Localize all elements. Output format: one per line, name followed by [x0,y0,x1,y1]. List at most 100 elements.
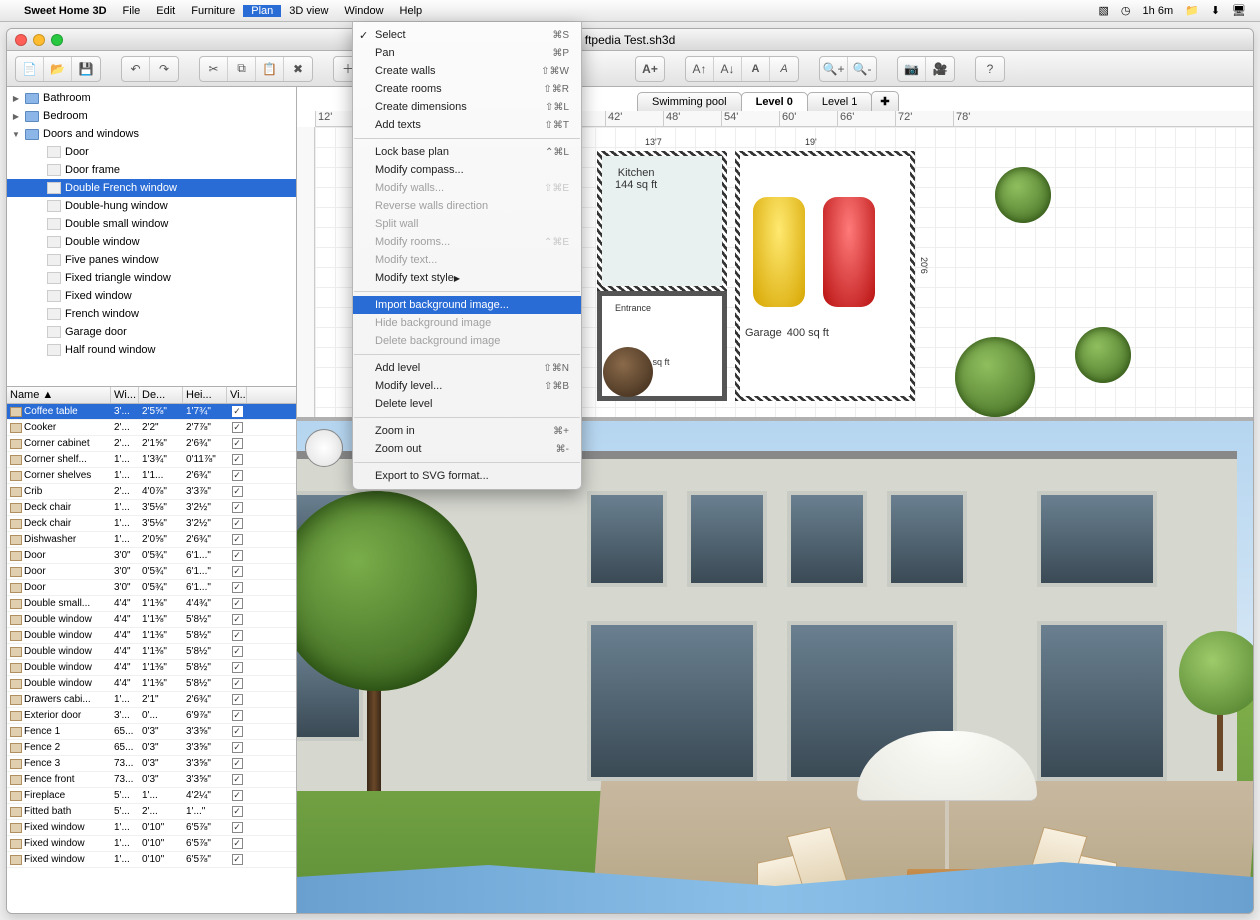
video-button[interactable]: 🎥 [926,57,954,81]
add-text-button[interactable]: A+ [636,57,664,81]
visible-checkbox[interactable]: ✓ [232,582,243,593]
menu-plan[interactable]: Plan [243,5,281,17]
visible-checkbox[interactable]: ✓ [232,662,243,673]
bush-2[interactable] [955,337,1035,417]
visible-checkbox[interactable]: ✓ [232,854,243,865]
level-tab[interactable]: Level 1 [807,92,872,111]
level-tab[interactable]: Swimming pool [637,92,742,111]
clock-icon[interactable]: ◷ [1115,4,1137,17]
catalog-item[interactable]: Garage door [7,323,296,341]
column-header[interactable]: Vi... [227,387,247,403]
menu-3d-view[interactable]: 3D view [281,5,336,17]
visible-checkbox[interactable]: ✓ [232,422,243,433]
menu-item-add-texts[interactable]: Add texts⇧⌘T [353,116,581,134]
visible-checkbox[interactable]: ✓ [232,502,243,513]
furniture-row[interactable]: Fence 373...0'3"3'3⅝"✓ [7,756,296,772]
visible-checkbox[interactable]: ✓ [232,758,243,769]
visible-checkbox[interactable]: ✓ [232,710,243,721]
close-button[interactable] [15,34,27,46]
menu-item-add-level[interactable]: Add level⇧⌘N [353,359,581,377]
cut-button[interactable]: ✂ [200,57,228,81]
menu-item-modify-level[interactable]: Modify level...⇧⌘B [353,377,581,395]
menu-item-modify-compass[interactable]: Modify compass... [353,161,581,179]
furniture-row[interactable]: Double small...4'4"1'1⅜"4'4¾"✓ [7,596,296,612]
visible-checkbox[interactable]: ✓ [232,838,243,849]
menu-item-create-rooms[interactable]: Create rooms⇧⌘R [353,80,581,98]
catalog-item[interactable]: Double small window [7,215,296,233]
catalog-item[interactable]: Double-hung window [7,197,296,215]
paste-button[interactable]: 📋 [256,57,284,81]
menu-furniture[interactable]: Furniture [183,5,243,17]
text-smaller-button[interactable]: A↓ [714,57,742,81]
furniture-list-table[interactable]: Name ▲Wi...De...Hei...Vi... Coffee table… [7,387,296,913]
menu-window[interactable]: Window [336,5,391,17]
furniture-catalog-tree[interactable]: ▶Bathroom▶Bedroom▼Doors and windowsDoorD… [7,87,296,387]
visible-checkbox[interactable]: ✓ [232,790,243,801]
furniture-row[interactable]: Door3'0"0'5¾"6'1..."✓ [7,580,296,596]
column-header[interactable]: Name ▲ [7,387,111,403]
save-button[interactable]: 💾 [72,57,100,81]
download-icon[interactable]: ⬇ [1205,4,1226,17]
furniture-row[interactable]: Dishwasher1'...2'0⅝"2'6¾"✓ [7,532,296,548]
display-icon[interactable]: 🖥 [1226,4,1252,17]
menu-item-zoom-out[interactable]: Zoom out⌘- [353,440,581,458]
furniture-row[interactable]: Fixed window1'...0'10"6'5⅞"✓ [7,836,296,852]
level-tab[interactable]: Level 0 [741,92,808,111]
furniture-row[interactable]: Cooker2'...2'2"2'7⅞"✓ [7,420,296,436]
catalog-item[interactable]: Double French window [7,179,296,197]
furniture-row[interactable]: Exterior door3'...0'...6'9⅞"✓ [7,708,296,724]
help-button[interactable]: ? [976,57,1004,81]
bold-button[interactable]: A [742,57,770,81]
car-yellow[interactable] [753,197,805,307]
zoom-in-button[interactable]: 🔍+ [820,57,848,81]
column-header[interactable]: Hei... [183,387,227,403]
category-bedroom[interactable]: ▶Bedroom [7,107,296,125]
menu-item-select[interactable]: Select⌘S [353,26,581,44]
furniture-row[interactable]: Door3'0"0'5¾"6'1..."✓ [7,564,296,580]
undo-button[interactable]: ↶ [122,57,150,81]
redo-button[interactable]: ↷ [150,57,178,81]
add-level-button[interactable]: ✚ [871,91,898,111]
visible-checkbox[interactable]: ✓ [232,406,243,417]
text-bigger-button[interactable]: A↑ [686,57,714,81]
minimize-button[interactable] [33,34,45,46]
furniture-row[interactable]: Door3'0"0'5¾"6'1..."✓ [7,548,296,564]
catalog-item[interactable]: Five panes window [7,251,296,269]
catalog-item[interactable]: Fixed window [7,287,296,305]
italic-button[interactable]: A [770,57,798,81]
catalog-item[interactable]: Double window [7,233,296,251]
visible-checkbox[interactable]: ✓ [232,550,243,561]
menu-item-delete-level[interactable]: Delete level [353,395,581,413]
catalog-item[interactable]: Door frame [7,161,296,179]
visible-checkbox[interactable]: ✓ [232,774,243,785]
furniture-row[interactable]: Double window4'4"1'1⅜"5'8½"✓ [7,660,296,676]
menu-item-create-dimensions[interactable]: Create dimensions⇧⌘L [353,98,581,116]
navigation-compass[interactable] [305,429,343,467]
furniture-row[interactable]: Coffee table3'...2'5⅝"1'7¾"✓ [7,404,296,420]
furniture-table-header[interactable]: Name ▲Wi...De...Hei...Vi... [7,387,296,404]
visible-checkbox[interactable]: ✓ [232,694,243,705]
catalog-item[interactable]: French window [7,305,296,323]
furniture-row[interactable]: Double window4'4"1'1⅜"5'8½"✓ [7,676,296,692]
menu-file[interactable]: File [115,5,149,17]
furniture-row[interactable]: Crib2'...4'0⅞"3'3⅞"✓ [7,484,296,500]
delete-button[interactable]: ✖ [284,57,312,81]
furniture-row[interactable]: Fence front73...0'3"3'3⅝"✓ [7,772,296,788]
furniture-row[interactable]: Deck chair1'...3'5⅛"3'2½"✓ [7,516,296,532]
menu-edit[interactable]: Edit [148,5,183,17]
menu-item-pan[interactable]: Pan⌘P [353,44,581,62]
visible-checkbox[interactable]: ✓ [232,646,243,657]
menu-item-export-to-svg-format[interactable]: Export to SVG format... [353,467,581,485]
zoom-button[interactable] [51,34,63,46]
catalog-item[interactable]: Fixed triangle window [7,269,296,287]
menu-item-zoom-in[interactable]: Zoom in⌘+ [353,422,581,440]
menu-item-modify-text-style[interactable]: Modify text style [353,269,581,287]
furniture-row[interactable]: Fireplace5'...1'...4'2¼"✓ [7,788,296,804]
furniture-row[interactable]: Double window4'4"1'1⅜"5'8½"✓ [7,612,296,628]
furniture-row[interactable]: Drawers cabi...1'...2'1"2'6¾"✓ [7,692,296,708]
column-header[interactable]: De... [139,387,183,403]
furniture-row[interactable]: Fence 265...0'3"3'3⅝"✓ [7,740,296,756]
furniture-row[interactable]: Corner shelves1'...1'1...2'6¾"✓ [7,468,296,484]
visible-checkbox[interactable]: ✓ [232,630,243,641]
furniture-row[interactable]: Double window4'4"1'1⅜"5'8½"✓ [7,628,296,644]
